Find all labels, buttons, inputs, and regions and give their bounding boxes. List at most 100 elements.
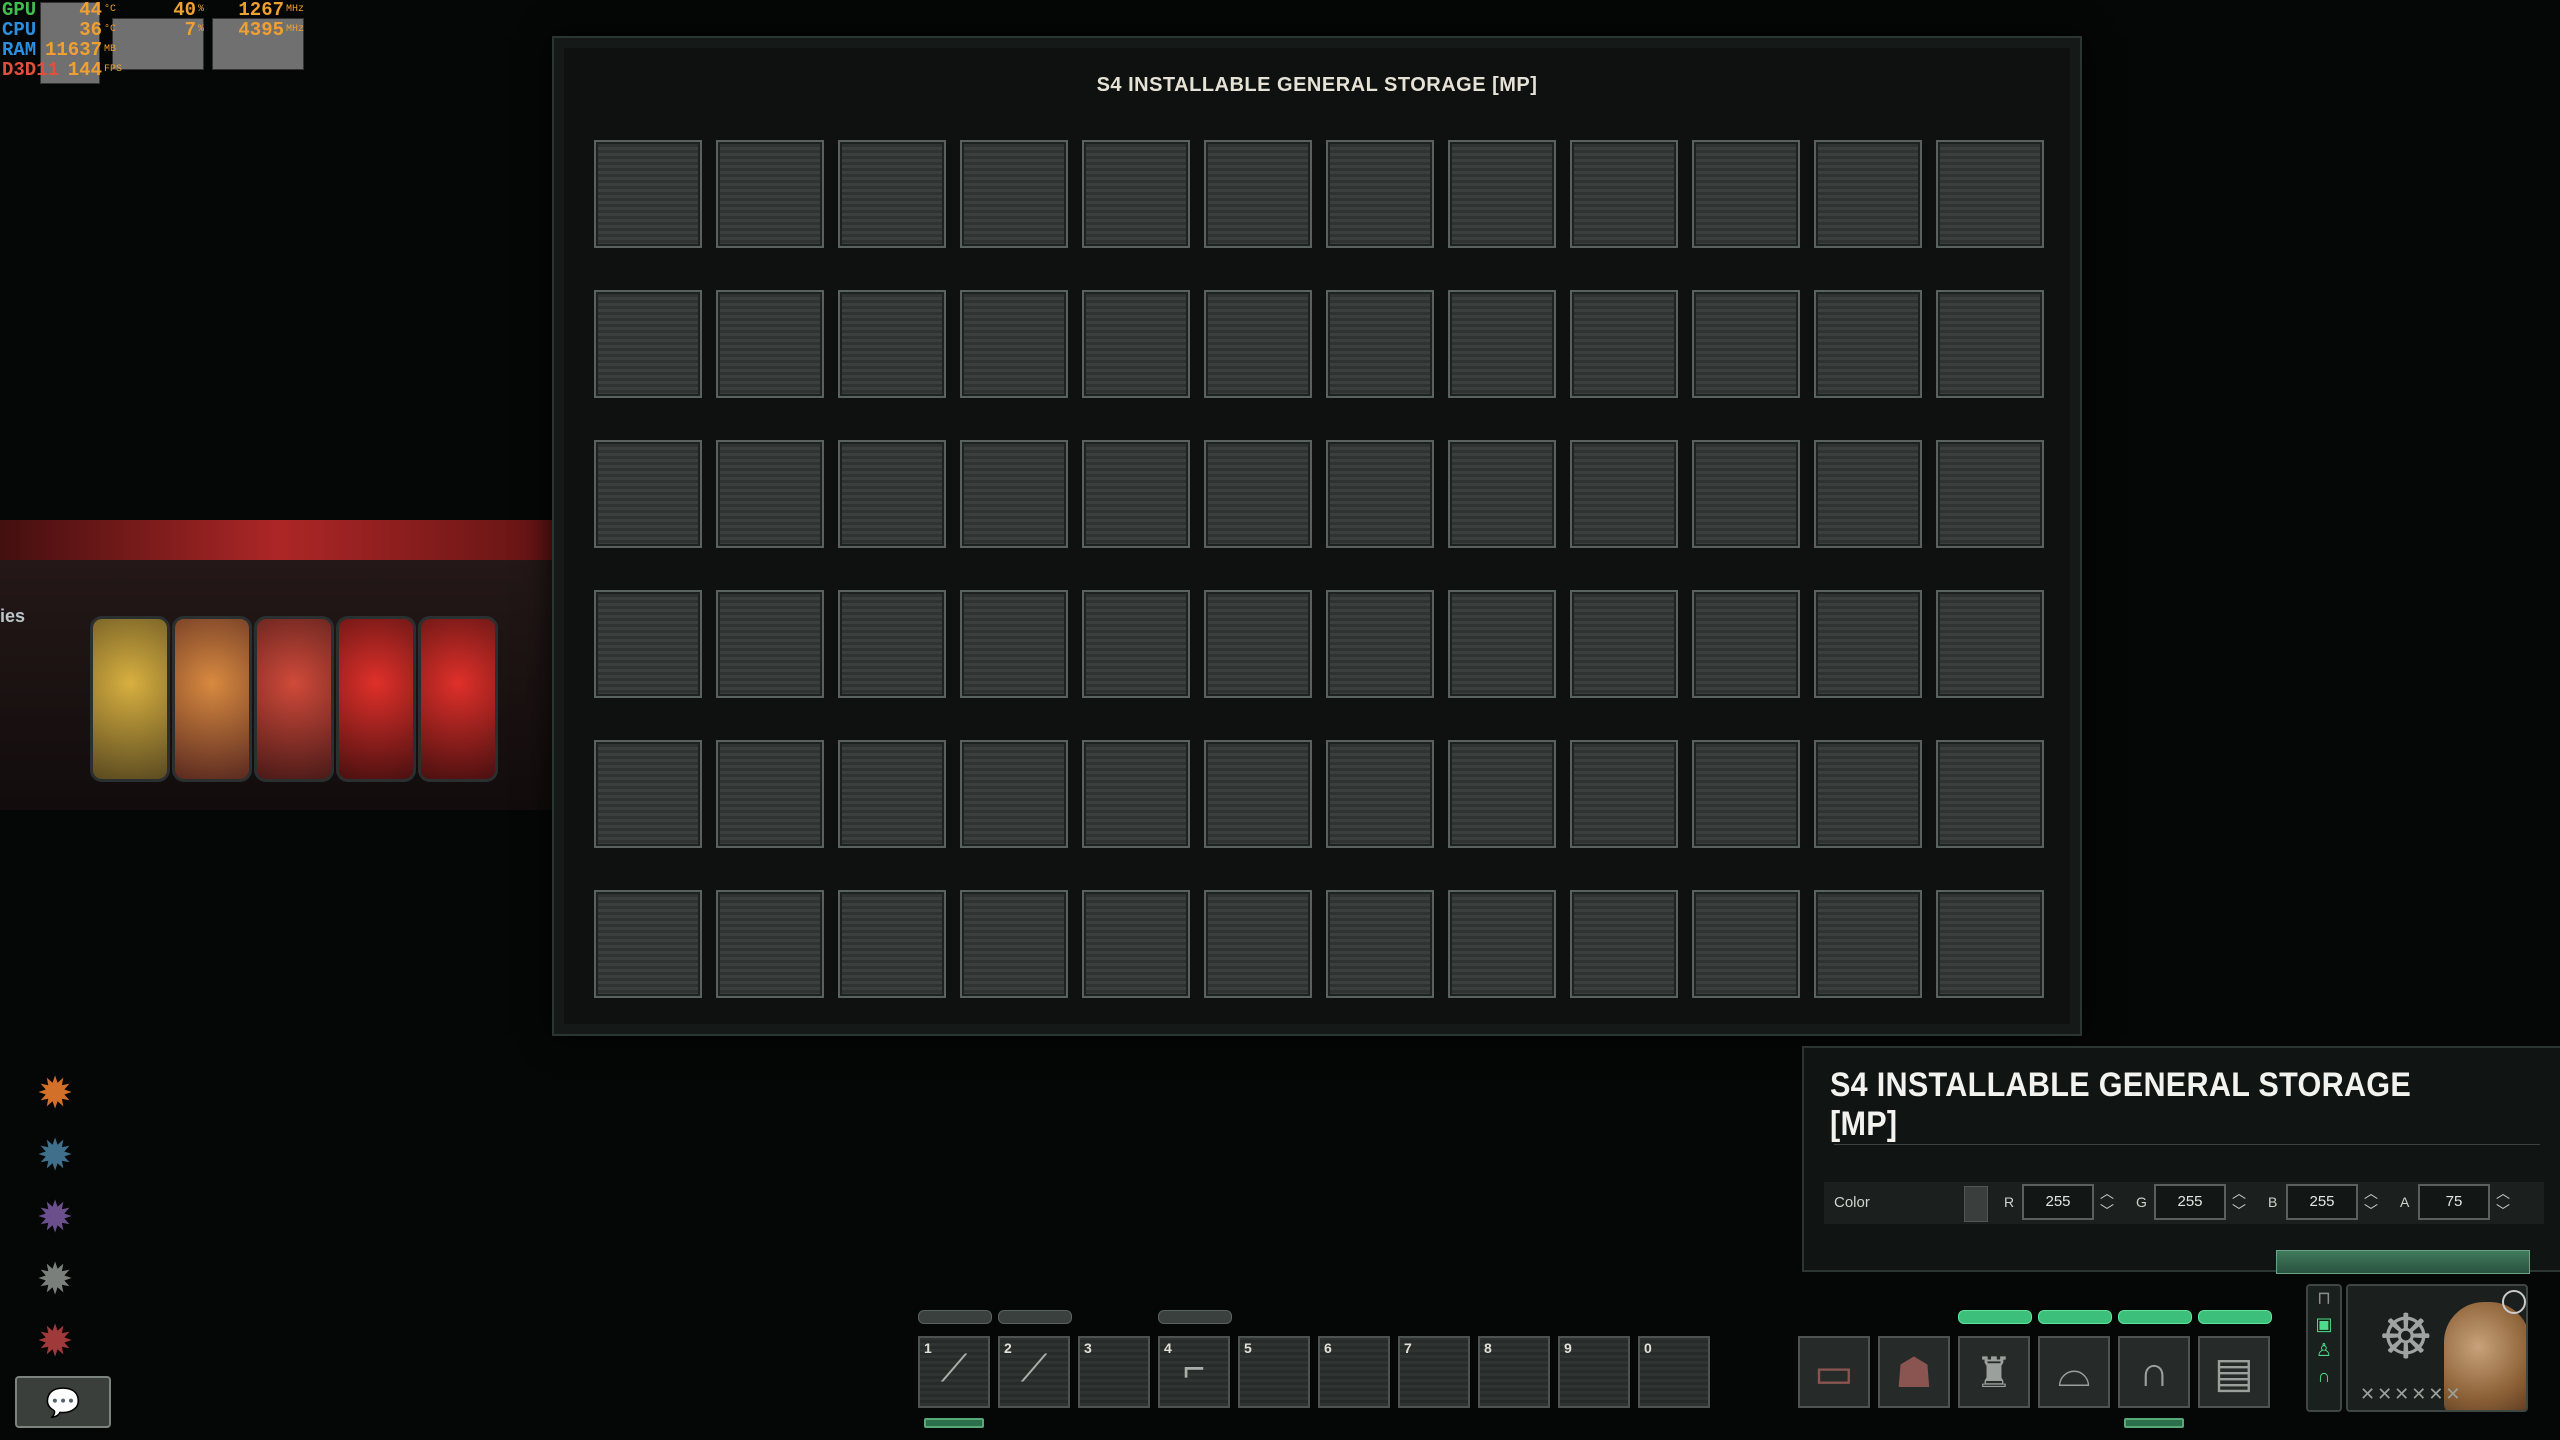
storage-slot[interactable] xyxy=(594,740,702,848)
storage-slot[interactable] xyxy=(1570,140,1678,248)
channel-stepper-r[interactable]: ︿ ﹀ xyxy=(2098,1184,2116,1222)
storage-slot[interactable] xyxy=(1692,440,1800,548)
storage-slot[interactable] xyxy=(1448,290,1556,398)
hotbar-slot-3[interactable]: 3 xyxy=(1078,1336,1150,1408)
chevron-up-icon[interactable]: ︿ xyxy=(2364,1185,2378,1201)
storage-slot[interactable] xyxy=(1570,890,1678,998)
fire-ability-icon[interactable]: ✹ xyxy=(26,1064,84,1122)
storage-slot[interactable] xyxy=(716,440,824,548)
storage-slot[interactable] xyxy=(594,290,702,398)
hotbar-tab[interactable] xyxy=(918,1310,992,1324)
chevron-up-icon[interactable]: ︿ xyxy=(2100,1185,2114,1201)
storage-slot[interactable] xyxy=(1936,740,2044,848)
storage-slot[interactable] xyxy=(716,140,824,248)
storage-slot[interactable] xyxy=(1204,740,1312,848)
hotbar-slot-7[interactable]: 7 xyxy=(1398,1336,1470,1408)
headset-slot[interactable]: ∩ xyxy=(2118,1336,2190,1408)
hotbar-slot-0[interactable]: 0 xyxy=(1638,1336,1710,1408)
storage-slot[interactable] xyxy=(1204,890,1312,998)
storage-slot[interactable] xyxy=(1570,440,1678,548)
storage-slot[interactable] xyxy=(1204,140,1312,248)
storage-slot[interactable] xyxy=(1692,890,1800,998)
storage-slot[interactable] xyxy=(838,890,946,998)
chevron-down-icon[interactable]: ﹀ xyxy=(2364,1203,2378,1219)
equipment-tab[interactable] xyxy=(1958,1310,2032,1324)
hotbar-slot-6[interactable]: 6 xyxy=(1318,1336,1390,1408)
storage-slot[interactable] xyxy=(1448,890,1556,998)
storage-slot[interactable] xyxy=(1814,890,1922,998)
storage-slot[interactable] xyxy=(960,740,1068,848)
storage-slot[interactable] xyxy=(1814,140,1922,248)
portrait-toggle-icon[interactable] xyxy=(2502,1290,2526,1314)
storage-slot[interactable] xyxy=(1936,290,2044,398)
storage-slot[interactable] xyxy=(1448,140,1556,248)
storage-slot[interactable] xyxy=(1692,290,1800,398)
storage-slot[interactable] xyxy=(716,290,824,398)
storage-slot[interactable] xyxy=(1570,740,1678,848)
storage-slot[interactable] xyxy=(1082,740,1190,848)
storage-slot[interactable] xyxy=(1204,290,1312,398)
psychic-ability-icon[interactable]: ✹ xyxy=(26,1188,84,1246)
storage-slot[interactable] xyxy=(1448,440,1556,548)
body-icon[interactable]: ♙ xyxy=(2308,1340,2340,1364)
lock-icon[interactable]: ⊓ xyxy=(2308,1288,2340,1312)
storage-slot[interactable] xyxy=(1082,140,1190,248)
storage-slot[interactable] xyxy=(960,890,1068,998)
equipment-tab[interactable] xyxy=(2198,1310,2272,1324)
storage-slot[interactable] xyxy=(1936,890,2044,998)
engineering-ability-icon[interactable]: ✹ xyxy=(26,1250,84,1308)
storage-slot[interactable] xyxy=(716,740,824,848)
storage-slot[interactable] xyxy=(1570,290,1678,398)
storage-slot[interactable] xyxy=(1326,290,1434,398)
inventory-icon[interactable]: ▣ xyxy=(2308,1314,2340,1338)
hotbar-slot-5[interactable]: 5 xyxy=(1238,1336,1310,1408)
storage-slot[interactable] xyxy=(1082,440,1190,548)
storage-slot[interactable] xyxy=(1692,740,1800,848)
storage-slot[interactable] xyxy=(1326,140,1434,248)
storage-slot[interactable] xyxy=(1570,590,1678,698)
chevron-up-icon[interactable]: ︿ xyxy=(2496,1185,2510,1201)
storage-slot[interactable] xyxy=(1082,590,1190,698)
hotbar-slot-9[interactable]: 9 xyxy=(1558,1336,1630,1408)
channel-stepper-b[interactable]: ︿ ﹀ xyxy=(2362,1184,2380,1222)
color-swatch[interactable] xyxy=(1964,1186,1988,1222)
channel-input-a[interactable]: 75 xyxy=(2418,1184,2490,1220)
storage-slot[interactable] xyxy=(1326,590,1434,698)
storage-slot[interactable] xyxy=(1204,590,1312,698)
chevron-down-icon[interactable]: ﹀ xyxy=(2496,1203,2510,1219)
storage-slot[interactable] xyxy=(838,440,946,548)
storage-slot[interactable] xyxy=(1692,590,1800,698)
bag-slot[interactable]: ▭ xyxy=(1798,1336,1870,1408)
storage-slot[interactable] xyxy=(1326,890,1434,998)
storage-slot[interactable] xyxy=(1204,440,1312,548)
storage-slot[interactable] xyxy=(960,290,1068,398)
channel-input-g[interactable]: 255 xyxy=(2154,1184,2226,1220)
storage-slot[interactable] xyxy=(1326,440,1434,548)
storage-slot[interactable] xyxy=(960,590,1068,698)
hotbar-tab[interactable] xyxy=(998,1310,1072,1324)
body-slot[interactable]: ♜ xyxy=(1958,1336,2030,1408)
storage-slot[interactable] xyxy=(1082,290,1190,398)
hat-slot[interactable]: ⌓ xyxy=(2038,1336,2110,1408)
storage-slot[interactable] xyxy=(594,140,702,248)
storage-slot[interactable] xyxy=(594,440,702,548)
storage-slot[interactable] xyxy=(1936,590,2044,698)
storage-slot[interactable] xyxy=(838,290,946,398)
storage-slot[interactable] xyxy=(1326,740,1434,848)
chat-button[interactable]: 💬 xyxy=(15,1376,111,1428)
chevron-down-icon[interactable]: ﹀ xyxy=(2100,1203,2114,1219)
hotbar-slot-4[interactable]: 4 ⌐ xyxy=(1158,1336,1230,1408)
headset-status-icon[interactable]: ∩ xyxy=(2308,1366,2340,1390)
hotbar-slot-8[interactable]: 8 xyxy=(1478,1336,1550,1408)
storage-slot[interactable] xyxy=(594,590,702,698)
medical-ability-icon[interactable]: ✹ xyxy=(26,1312,84,1370)
storage-slot[interactable] xyxy=(1814,740,1922,848)
channel-stepper-a[interactable]: ︿ ﹀ xyxy=(2494,1184,2512,1222)
channel-input-r[interactable]: 255 xyxy=(2022,1184,2094,1220)
storage-slot[interactable] xyxy=(1814,440,1922,548)
channel-stepper-g[interactable]: ︿ ﹀ xyxy=(2230,1184,2248,1222)
storage-slot[interactable] xyxy=(1814,290,1922,398)
equipment-tab[interactable] xyxy=(2038,1310,2112,1324)
equipment-tab[interactable] xyxy=(2118,1310,2192,1324)
chevron-down-icon[interactable]: ﹀ xyxy=(2232,1203,2246,1219)
